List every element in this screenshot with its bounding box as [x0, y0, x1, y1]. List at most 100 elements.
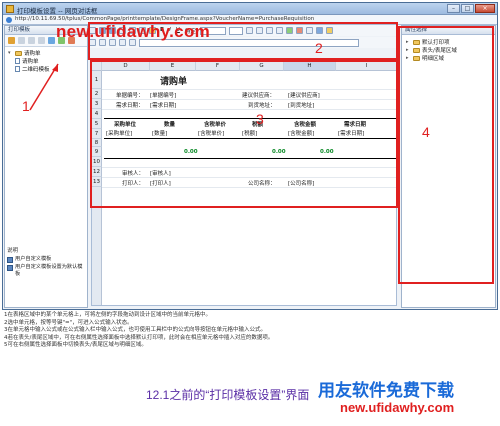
header-unit[interactable]: 采购单位 [114, 120, 136, 128]
row-header[interactable]: 5 [92, 119, 102, 129]
gridline [102, 177, 396, 178]
cell-tax-total[interactable]: 0.00 [272, 149, 286, 155]
legend-section: 说明 用户自定义模板 用户自定义模板设置为默认模板 [7, 246, 87, 278]
preview-icon[interactable] [315, 27, 323, 34]
tree-item-label: 请购单 [24, 51, 41, 57]
note-line: 3在单元格中输入公式或在公式输入栏中输入公式，也可使用工具栏中的公式向导按钮在单… [4, 327, 267, 334]
title-bar: 打印模板设置 -- 网页对话框 – □ × [3, 3, 497, 15]
rename-template-icon[interactable] [28, 37, 35, 44]
annotation-arrow-icon [29, 63, 59, 111]
sheet-title[interactable]: 请购单 [160, 74, 187, 87]
property-panel-header: 属性选择 [402, 26, 495, 35]
tree-item-label: 明细区域 [422, 56, 445, 62]
delete-row-icon[interactable] [295, 27, 303, 34]
print-icon[interactable] [325, 27, 333, 34]
expand-icon[interactable]: ▸ [406, 55, 411, 61]
annotation-number-2: 2 [315, 40, 323, 56]
figure-caption: 12.1之前的“打印模板设置”界面 [146, 388, 310, 402]
cell-unit[interactable]: [采购单位] [106, 129, 132, 137]
row-header[interactable]: 12 [92, 167, 102, 177]
header-qty[interactable]: 数量 [164, 120, 175, 128]
column-header[interactable]: G [240, 62, 284, 71]
annotation-number-3: 3 [256, 111, 264, 127]
cell-price[interactable]: [含税单价] [198, 129, 224, 137]
new-template-icon[interactable] [8, 37, 15, 44]
cell-company-label[interactable]: 公司名称： [248, 179, 276, 187]
expand-icon[interactable]: ▸ [406, 47, 411, 53]
cell-supplier-value[interactable]: [建议供应商] [288, 91, 320, 99]
property-selection-panel: 属性选择 ▸ 默认打印项 ▸ 表头/表尾区域 ▸ 明细区域 [401, 25, 496, 308]
print-template-dialog: 打印模板设置 -- 网页对话框 – □ × http://10.11.69.50… [2, 2, 498, 310]
column-header[interactable]: E [150, 62, 196, 71]
folder-icon [413, 47, 420, 53]
expand-icon[interactable]: ▸ [406, 39, 411, 45]
row-header[interactable]: 9 [92, 147, 102, 157]
column-header[interactable]: H [284, 62, 336, 71]
window-controls: – □ × [447, 4, 495, 14]
row-header[interactable]: 8 [92, 139, 102, 147]
folder-icon [15, 50, 22, 56]
tree-item-label: 表头/表尾区域 [422, 48, 457, 54]
cell-reqdate[interactable]: [需求日期] [338, 129, 364, 137]
gridline [102, 89, 396, 90]
brand-watermark: new.ufidawhy.com [56, 22, 211, 41]
user-template-icon [7, 257, 13, 263]
align-right-icon[interactable] [265, 27, 273, 34]
merge-cells-icon[interactable] [275, 27, 283, 34]
copy-template-icon[interactable] [18, 37, 25, 44]
font-size-select[interactable] [228, 26, 243, 35]
legend-item: 用户自定义模板设置为默认模板 [7, 264, 87, 277]
cell-qty-total[interactable]: 0.00 [184, 149, 198, 155]
collapse-icon[interactable]: ▾ [8, 50, 13, 56]
insert-row-icon[interactable] [285, 27, 293, 34]
legend-item: 用户自定义模板 [7, 256, 87, 263]
column-header[interactable]: I [336, 62, 396, 71]
tree-item-default-print-items[interactable]: ▸ 默认打印项 [406, 38, 491, 46]
cell-reviewer-label[interactable]: 审核人： [122, 169, 144, 177]
property-tree: ▸ 默认打印项 ▸ 表头/表尾区域 ▸ 明细区域 [402, 35, 495, 65]
header-reqdate[interactable]: 需求日期 [344, 120, 366, 128]
cell-printer-label[interactable]: 打印人： [122, 179, 144, 187]
row-header[interactable]: 7 [92, 129, 102, 139]
cell-tax[interactable]: [税额] [242, 129, 257, 137]
cell-amount-total[interactable]: 0.00 [320, 149, 334, 155]
header-price[interactable]: 含税单价 [204, 120, 226, 128]
close-button[interactable]: × [475, 4, 495, 13]
cell-doc-no-value[interactable]: [单据编号] [150, 91, 176, 99]
gridline [102, 167, 396, 168]
legend-item-label: 用户自定义模板 [15, 256, 52, 262]
note-line: 1在表格区域中的某个单元格上，可将左侧的字段拖动到设计区域中的当前单元格中。 [4, 312, 212, 318]
column-header[interactable]: F [196, 62, 240, 71]
delete-template-icon[interactable] [38, 37, 45, 44]
gridline [102, 99, 396, 100]
cell-supplier-label[interactable]: 建议供应商： [242, 91, 275, 99]
align-center-icon[interactable] [255, 27, 263, 34]
cell-reviewer-value[interactable]: [审核人] [150, 169, 171, 177]
cell-company-value[interactable]: [公司名称] [288, 179, 314, 187]
row-header[interactable]: 10 [92, 157, 102, 167]
tree-item-purchase-requisition[interactable]: ▾ 请购单 [8, 49, 85, 57]
tree-item-header-footer-area[interactable]: ▸ 表头/表尾区域 [406, 46, 491, 54]
cell-date-value[interactable]: [需求日期] [150, 101, 176, 109]
table-border-mid [104, 138, 396, 139]
save-template-icon[interactable] [48, 37, 55, 44]
border-icon[interactable] [305, 27, 313, 34]
align-left-icon[interactable] [245, 27, 253, 34]
folder-icon [413, 55, 420, 61]
cell-amount[interactable]: [含税金额] [288, 129, 314, 137]
cell-printer-value[interactable]: [打印人] [150, 179, 171, 187]
tree-item-label: 默认打印项 [422, 40, 450, 46]
watermark-title: 用友软件免费下载 [318, 381, 454, 400]
row-header[interactable]: 13 [92, 177, 102, 187]
annotation-number-4: 4 [422, 124, 430, 140]
cell-address-value[interactable]: [到货地址] [288, 101, 314, 109]
cell-address-label[interactable]: 到货地址： [248, 101, 276, 109]
table-border-top [104, 118, 396, 119]
tree-item-detail-area[interactable]: ▸ 明细区域 [406, 54, 491, 62]
header-amount[interactable]: 含税金额 [294, 120, 316, 128]
default-template-icon [7, 265, 13, 271]
minimize-button[interactable]: – [447, 4, 460, 13]
note-line: 5可在右侧属性选择面板中切换表头/表尾区域与明细区域。 [4, 342, 147, 349]
maximize-button[interactable]: □ [461, 4, 474, 13]
cell-qty[interactable]: [数量] [152, 129, 167, 137]
